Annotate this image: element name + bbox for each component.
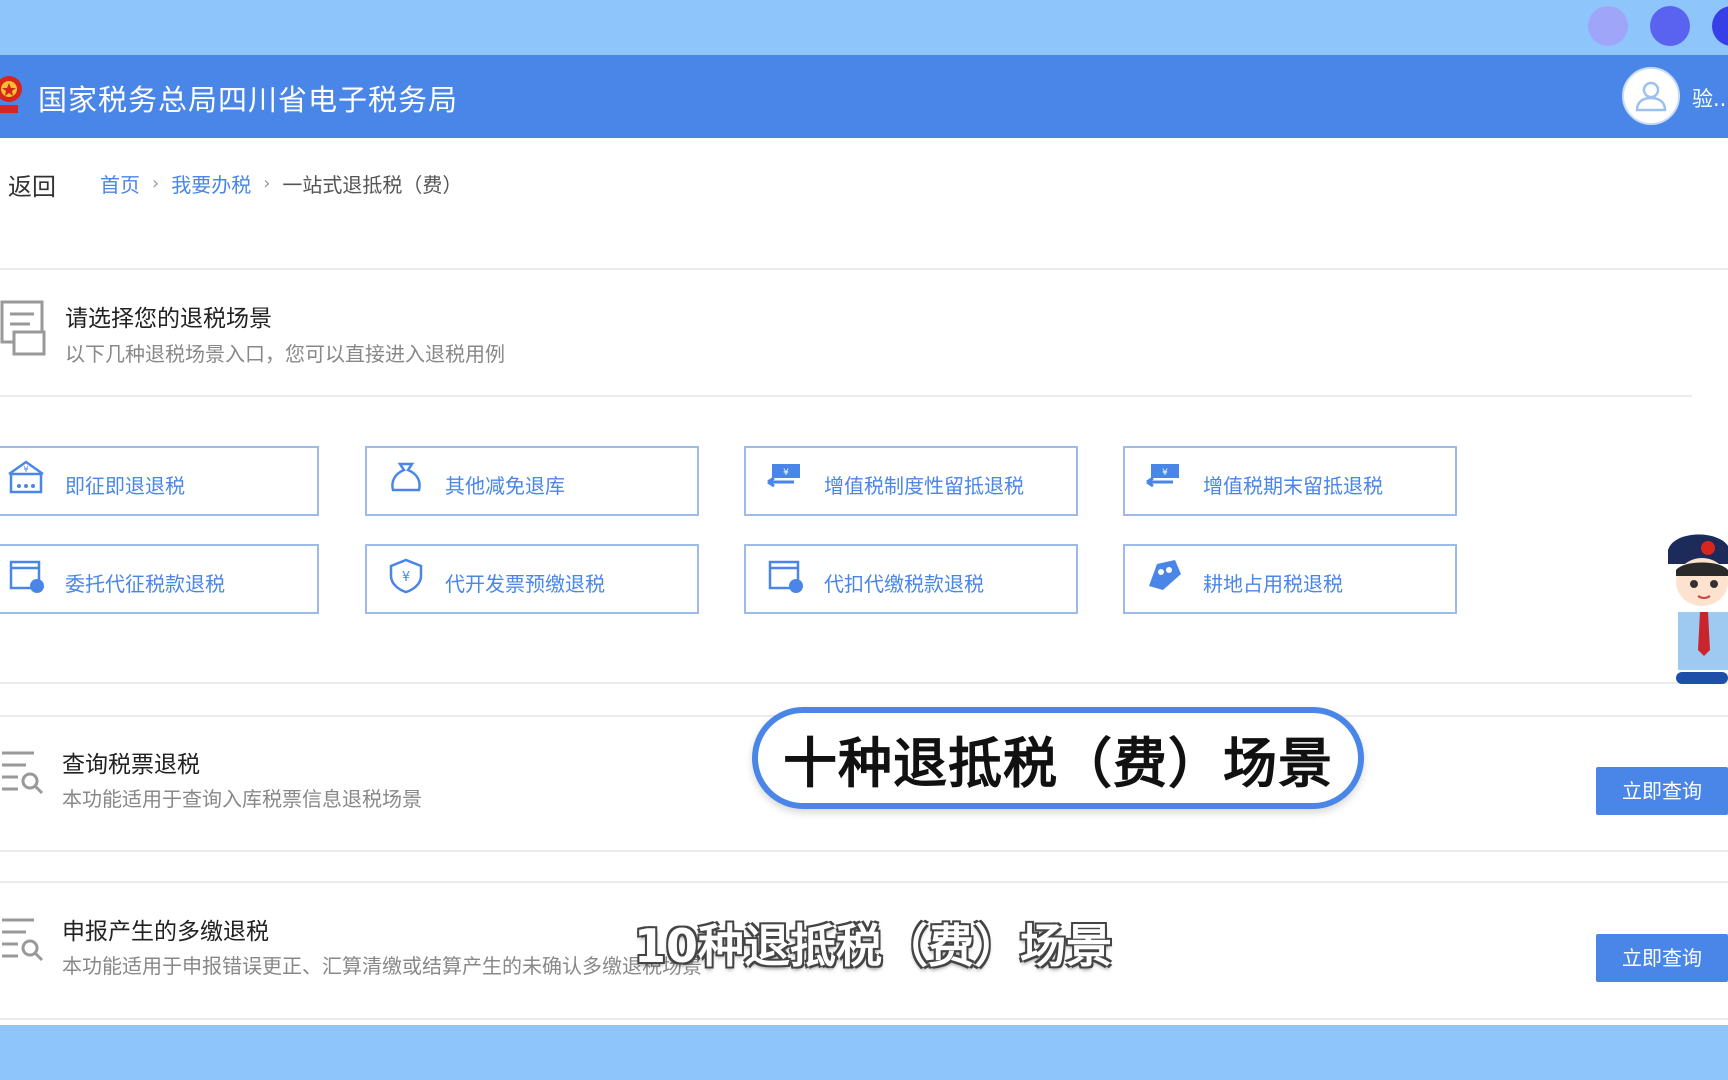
document-refresh-icon [768,560,803,593]
scene-card-label: 委托代征税款退税 [65,572,225,596]
divider [0,268,1728,270]
divider [0,395,1692,397]
document-refresh-icon [9,560,44,593]
site-title: 国家税务总局四川省电子税务局 [38,83,459,117]
breadcrumb-current: 一站式退抵税（费） [282,173,463,197]
search-list-icon [2,918,44,962]
scene-callout-banner: 十种退抵税（费）场景 [752,707,1364,809]
refund-exchange-icon: ¥ [1146,464,1179,488]
divider [0,881,1728,883]
svg-text:¥: ¥ [23,465,28,474]
breadcrumb-tax[interactable]: 我要办税 [171,169,251,198]
video-frame-top [0,0,1728,55]
search-list-icon [2,751,44,795]
svg-text:¥: ¥ [402,570,410,585]
chevron-right-icon: › [152,173,160,194]
form-icon [0,300,46,356]
video-subtitle: 10种退抵税（费）场景 [634,919,1113,973]
scene-card-vat-institutional[interactable]: ¥ 增值税制度性留抵退税 [744,446,1078,516]
divider [0,1018,1728,1020]
decor-dot-light [1588,6,1628,46]
query-now-button[interactable]: 立即查询 [1596,934,1728,982]
scene-card-withholding[interactable]: 代扣代缴税款退税 [744,544,1078,614]
scene-card-label: 代开发票预缴退税 [445,572,605,596]
browser-screen: 国家税务总局四川省电子税务局 验... 返回 首页 › 我要办税 › 一站式退抵… [0,55,1728,1025]
back-button[interactable]: 返回 [8,167,56,202]
scene-card-label: 增值税期末留抵退税 [1203,474,1383,498]
tax-emblem-icon [0,76,22,113]
scene-card-label: 增值税制度性留抵退税 [824,474,1024,498]
scene-card-entrusted-collection[interactable]: 委托代征税款退税 [0,544,319,614]
user-avatar[interactable] [1622,67,1680,125]
breadcrumb: 首页 › 我要办税 › 一站式退抵税（费） [100,169,462,198]
land-icon [1149,560,1181,590]
video-frame-bottom [0,1025,1728,1080]
chevron-right-icon: › [263,173,271,194]
query-section-title: 申报产生的多缴退税 [62,919,269,945]
user-icon [1635,81,1667,112]
scene-card-label: 即征即退退税 [65,474,185,498]
divider [0,850,1728,852]
decor-dot-dark [1712,6,1728,46]
scene-card-label: 代扣代缴税款退税 [824,572,984,596]
tax-building-icon: ¥ [8,460,44,494]
svg-text:¥: ¥ [783,468,789,478]
user-name[interactable]: 验... [1692,83,1728,113]
scene-card-other-exemption[interactable]: 其他减免退库 [365,446,699,516]
divider [0,682,1728,684]
breadcrumb-home[interactable]: 首页 [100,169,140,198]
money-bag-icon [391,462,421,492]
scene-card-immediate-refund[interactable]: ¥ 即征即退退税 [0,446,319,516]
refund-exchange-icon: ¥ [767,464,800,488]
scene-card-invoice-prepayment[interactable]: ¥ 代开发票预缴退税 [365,544,699,614]
query-now-button[interactable]: 立即查询 [1596,767,1728,815]
scene-card-label: 耕地占用税退税 [1203,572,1343,596]
scene-section-subtitle: 以下几种退税场景入口，您可以直接进入退税用例 [65,342,505,366]
tax-officer-mascot [1668,534,1728,684]
scene-section-title: 请选择您的退税场景 [65,306,272,332]
site-header: 国家税务总局四川省电子税务局 验... [0,55,1728,138]
scene-card-farmland-tax[interactable]: 耕地占用税退税 [1123,544,1457,614]
svg-text:¥: ¥ [1162,468,1168,478]
query-section-subtitle: 本功能适用于申报错误更正、汇算清缴或结算产生的未确认多缴退税场景 [62,954,702,978]
query-section-title: 查询税票退税 [62,752,200,778]
scene-card-vat-period-end[interactable]: ¥ 增值税期末留抵退税 [1123,446,1457,516]
yuan-shield-icon: ¥ [389,558,423,594]
query-section-subtitle: 本功能适用于查询入库税票信息退税场景 [62,787,422,811]
decor-dot-medium [1650,6,1690,46]
scene-card-label: 其他减免退库 [445,474,565,498]
